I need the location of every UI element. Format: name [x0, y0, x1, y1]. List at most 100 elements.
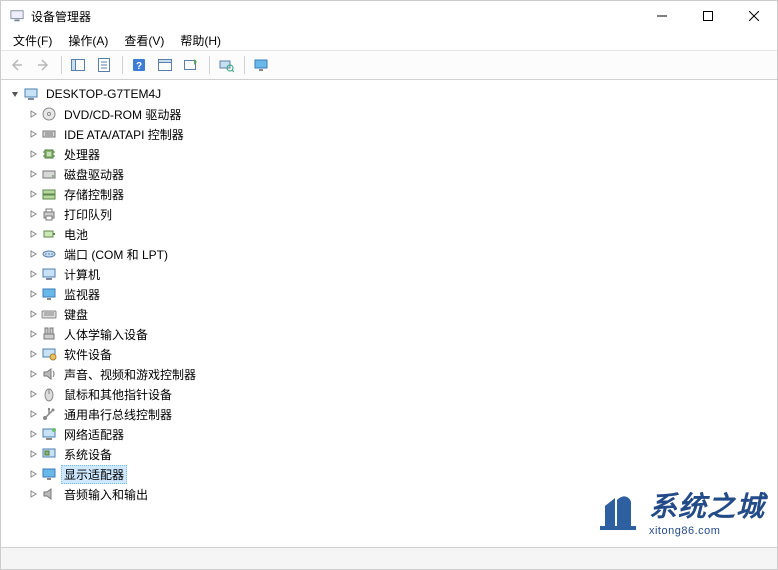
- tree-category-node[interactable]: 监视器: [25, 284, 775, 304]
- disc-icon: [41, 106, 57, 122]
- tree-category-label[interactable]: DVD/CD-ROM 驱动器: [61, 105, 184, 124]
- expander-closed-icon[interactable]: [25, 349, 41, 359]
- tree-category-label[interactable]: 人体学输入设备: [61, 325, 151, 344]
- computer-icon: [41, 266, 57, 282]
- expander-closed-icon[interactable]: [25, 329, 41, 339]
- tree-category-label[interactable]: 处理器: [61, 145, 103, 164]
- tree-category-label[interactable]: 键盘: [61, 305, 91, 324]
- tree-category-node[interactable]: 系统设备: [25, 444, 775, 464]
- minimize-button[interactable]: [639, 1, 685, 31]
- expander-closed-icon[interactable]: [25, 189, 41, 199]
- tree-category-label[interactable]: 端口 (COM 和 LPT): [61, 245, 171, 264]
- toolbar: ?: [1, 51, 777, 80]
- tree-category-node[interactable]: DVD/CD-ROM 驱动器: [25, 104, 775, 124]
- toolbar-properties-button[interactable]: [92, 54, 116, 76]
- close-button[interactable]: [731, 1, 777, 31]
- keyboard-icon: [41, 306, 57, 322]
- ide-icon: [41, 126, 57, 142]
- tree-category-node[interactable]: 软件设备: [25, 344, 775, 364]
- tree-category-node[interactable]: 显示适配器: [25, 464, 775, 484]
- expander-closed-icon[interactable]: [25, 369, 41, 379]
- expander-closed-icon[interactable]: [25, 389, 41, 399]
- tree-category-label[interactable]: 监视器: [61, 285, 103, 304]
- toolbar-action-button[interactable]: [153, 54, 177, 76]
- menu-file[interactable]: 文件(F): [5, 30, 60, 51]
- software-icon: [41, 346, 57, 362]
- tree-category-node[interactable]: 磁盘驱动器: [25, 164, 775, 184]
- tree-category-node[interactable]: 通用串行总线控制器: [25, 404, 775, 424]
- menu-help[interactable]: 帮助(H): [172, 30, 229, 51]
- expander-closed-icon[interactable]: [25, 149, 41, 159]
- expander-open-icon[interactable]: [7, 89, 23, 99]
- expander-closed-icon[interactable]: [25, 449, 41, 459]
- toolbar-update-button[interactable]: [179, 54, 203, 76]
- tree-category-node[interactable]: 端口 (COM 和 LPT): [25, 244, 775, 264]
- tree-category-label[interactable]: 软件设备: [61, 345, 115, 364]
- tree-category-label[interactable]: 声音、视频和游戏控制器: [61, 365, 199, 384]
- expander-closed-icon[interactable]: [25, 209, 41, 219]
- toolbar-back-button: [5, 54, 29, 76]
- tree-category-label[interactable]: 音频输入和输出: [61, 485, 151, 504]
- svg-text:?: ?: [136, 61, 142, 72]
- expander-closed-icon[interactable]: [25, 409, 41, 419]
- tree-category-node[interactable]: 存储控制器: [25, 184, 775, 204]
- tree-category-label[interactable]: 显示适配器: [61, 465, 127, 484]
- audio-icon: [41, 486, 57, 502]
- maximize-button[interactable]: [685, 1, 731, 31]
- tree-category-node[interactable]: 计算机: [25, 264, 775, 284]
- tree-category-label[interactable]: 计算机: [61, 265, 103, 284]
- toolbar-help-button[interactable]: ?: [127, 54, 151, 76]
- toolbar-scan-button[interactable]: [214, 54, 238, 76]
- toolbar-separator: [209, 56, 210, 74]
- menu-action[interactable]: 操作(A): [60, 30, 116, 51]
- tree-category-node[interactable]: 人体学输入设备: [25, 324, 775, 344]
- tree-category-label[interactable]: IDE ATA/ATAPI 控制器: [61, 125, 187, 144]
- usb-icon: [41, 406, 57, 422]
- tree-root-label[interactable]: DESKTOP-G7TEM4J: [43, 86, 164, 102]
- expander-closed-icon[interactable]: [25, 429, 41, 439]
- tree-category-node[interactable]: 打印队列: [25, 204, 775, 224]
- tree-category-label[interactable]: 通用串行总线控制器: [61, 405, 175, 424]
- tree-category-label[interactable]: 打印队列: [61, 205, 115, 224]
- port-icon: [41, 246, 57, 262]
- tree-category-label[interactable]: 电池: [61, 225, 91, 244]
- tree-category-node[interactable]: IDE ATA/ATAPI 控制器: [25, 124, 775, 144]
- app-icon: [9, 8, 25, 24]
- expander-closed-icon[interactable]: [25, 269, 41, 279]
- tree-category-label[interactable]: 鼠标和其他指针设备: [61, 385, 175, 404]
- menu-view[interactable]: 查看(V): [116, 30, 172, 51]
- printer-icon: [41, 206, 57, 222]
- expander-closed-icon[interactable]: [25, 169, 41, 179]
- tree-category-node[interactable]: 键盘: [25, 304, 775, 324]
- toolbar-showhide-button[interactable]: [66, 54, 90, 76]
- toolbar-monitor-button[interactable]: [249, 54, 273, 76]
- tree-root-node[interactable]: DESKTOP-G7TEM4J: [7, 84, 775, 104]
- tree-category-node[interactable]: 网络适配器: [25, 424, 775, 444]
- menubar: 文件(F) 操作(A) 查看(V) 帮助(H): [1, 31, 777, 51]
- expander-closed-icon[interactable]: [25, 469, 41, 479]
- expander-closed-icon[interactable]: [25, 129, 41, 139]
- tree-category-label[interactable]: 磁盘驱动器: [61, 165, 127, 184]
- device-tree[interactable]: DESKTOP-G7TEM4J DVD/CD-ROM 驱动器IDE ATA/ATA…: [1, 80, 777, 547]
- sound-icon: [41, 366, 57, 382]
- tree-category-node[interactable]: 音频输入和输出: [25, 484, 775, 504]
- expander-closed-icon[interactable]: [25, 109, 41, 119]
- expander-closed-icon[interactable]: [25, 229, 41, 239]
- tree-category-label[interactable]: 网络适配器: [61, 425, 127, 444]
- monitor-icon: [41, 286, 57, 302]
- toolbar-separator: [61, 56, 62, 74]
- expander-closed-icon[interactable]: [25, 289, 41, 299]
- toolbar-separator: [122, 56, 123, 74]
- storage-icon: [41, 186, 57, 202]
- tree-category-node[interactable]: 声音、视频和游戏控制器: [25, 364, 775, 384]
- expander-closed-icon[interactable]: [25, 489, 41, 499]
- statusbar: [1, 547, 777, 569]
- tree-category-node[interactable]: 电池: [25, 224, 775, 244]
- tree-category-label[interactable]: 系统设备: [61, 445, 115, 464]
- tree-category-label[interactable]: 存储控制器: [61, 185, 127, 204]
- tree-category-node[interactable]: 鼠标和其他指针设备: [25, 384, 775, 404]
- expander-closed-icon[interactable]: [25, 249, 41, 259]
- watermark-url: xitong86.com: [649, 525, 765, 537]
- expander-closed-icon[interactable]: [25, 309, 41, 319]
- tree-category-node[interactable]: 处理器: [25, 144, 775, 164]
